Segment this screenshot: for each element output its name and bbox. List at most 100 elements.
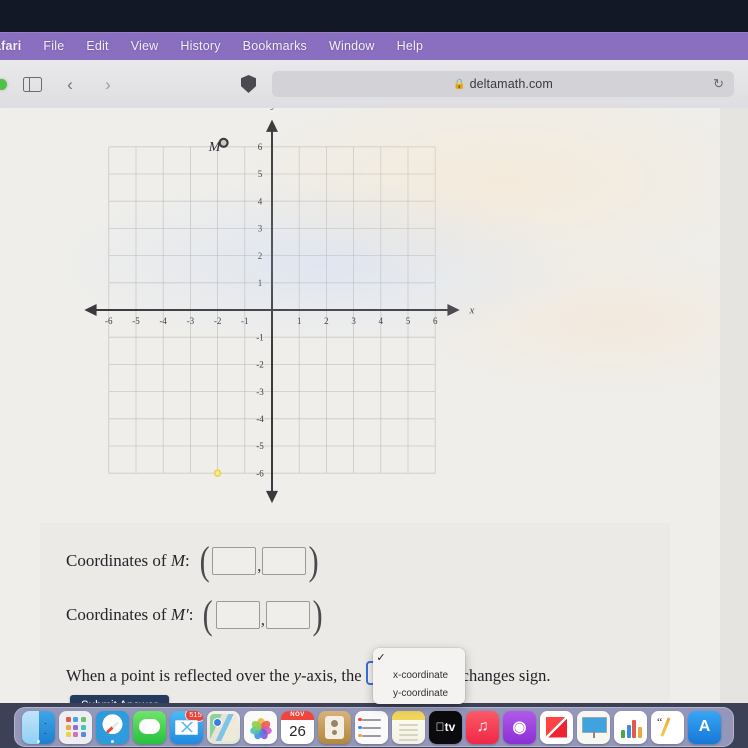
dock-icon-mail[interactable]: 515 [170, 710, 203, 744]
dock-icon-appletv[interactable]: tv [429, 710, 462, 744]
svg-text:-2: -2 [214, 316, 222, 326]
svg-text:5: 5 [258, 169, 263, 179]
svg-text:2: 2 [324, 316, 329, 326]
dock-icon-music[interactable]: ♫ [466, 710, 499, 744]
forward-button[interactable]: › [95, 73, 121, 95]
dock-icon-news[interactable] [540, 710, 573, 744]
music-glyph-icon: ♫ [476, 718, 489, 735]
back-button[interactable]: ‹ [57, 73, 83, 95]
m-prime-y-input[interactable] [266, 601, 311, 629]
dock-icon-photos[interactable] [244, 710, 277, 744]
dock-icon-reminders[interactable] [355, 710, 388, 744]
coordinate-plane-graph: x y -6 -5 -4 -3 -2 -1 1 2 3 4 5 6 6 5 4 3 2 1 -1 -2 -3 -4 -5 -6 M [84, 108, 474, 504]
svg-text:4: 4 [258, 196, 263, 206]
svg-text:-6: -6 [105, 316, 113, 326]
dock-icon-safari[interactable] [96, 710, 129, 744]
reminder-line [362, 734, 381, 737]
address-bar[interactable]: 🔒 deltamath.com ↻ [272, 71, 734, 97]
reminder-dot [358, 725, 362, 729]
dock-icon-launchpad[interactable] [59, 710, 92, 744]
svg-text:-6: -6 [256, 468, 264, 478]
dropdown-option-blank[interactable]: ✓ [373, 648, 465, 666]
question-panel: Coordinates of M: ( , ) Coordinates of M… [40, 523, 670, 703]
dock-icon-podcasts[interactable]: ◉ [503, 710, 536, 744]
dropdown-option-y-coordinate[interactable]: y-coordinate [373, 684, 465, 702]
dock-icon-finder[interactable] [22, 710, 55, 744]
reminder-line [362, 726, 381, 729]
m-x-input[interactable] [212, 547, 257, 575]
svg-text:y: y [271, 108, 277, 110]
menu-safari[interactable]: afari [0, 39, 32, 53]
sidebar-icon [22, 76, 42, 92]
podcasts-glyph-icon: ◉ [512, 719, 527, 736]
coordinates-of-m-prime-row: Coordinates of M′: ( , ) [66, 592, 323, 637]
dock-icon-calendar[interactable]: NOV 26 [281, 710, 314, 744]
m-prime-x-input[interactable] [215, 601, 260, 629]
svg-text:3: 3 [258, 224, 263, 234]
note-line [399, 728, 418, 731]
window-zoom-button[interactable] [0, 78, 7, 90]
dock-icon-pages[interactable]: “ [651, 710, 684, 744]
tick-labels: x y -6 -5 -4 -3 -2 -1 1 2 3 4 5 6 6 5 4 3 2 1 -1 -2 -3 -4 -5 -6 [105, 108, 474, 478]
mail-unread-badge: 515 [185, 710, 203, 722]
calendar-month: NOV [281, 710, 314, 720]
svg-text:2: 2 [258, 251, 263, 261]
numbers-bar-icon [637, 726, 642, 738]
coordinates-of-m-row: Coordinates of M: ( , ) [66, 538, 319, 583]
y-axis-italic: y [293, 666, 302, 685]
calendar-day: 26 [289, 722, 306, 740]
appstore-glyph-icon: A [698, 718, 711, 735]
numbers-bar-icon [621, 729, 625, 738]
coordinates-of-m-prime-label: Coordinates of M′: [66, 605, 194, 624]
launchpad-grid-icon [65, 717, 86, 737]
reflection-sentence: When a point is reflected over the y-axi… [66, 661, 551, 686]
chevron-right-icon: › [105, 74, 111, 94]
menu-file[interactable]: File [32, 39, 75, 53]
m-y-input[interactable] [262, 547, 307, 575]
dock-icon-messages[interactable] [133, 710, 166, 744]
menu-history[interactable]: History [169, 39, 231, 53]
menu-view[interactable]: View [120, 39, 170, 53]
svg-text:1: 1 [258, 278, 263, 288]
dock-icon-maps[interactable] [207, 710, 240, 744]
svg-text:5: 5 [406, 316, 411, 326]
submit-answer-button[interactable]: Submit Answer [70, 695, 169, 703]
svg-text:-1: -1 [256, 332, 264, 342]
svg-text:6: 6 [258, 142, 263, 152]
dock-running-indicator [37, 739, 40, 743]
svg-text:-3: -3 [256, 387, 264, 397]
sidebar-toggle-button[interactable] [19, 73, 45, 95]
reminder-dot [358, 717, 362, 721]
svg-text:-4: -4 [159, 316, 167, 326]
dock-icon-notes[interactable] [392, 710, 425, 744]
dropdown-option-x-coordinate[interactable]: x-coordinate [373, 666, 465, 684]
browser-toolbar: ‹ › 🔒 deltamath.com ↻ [0, 60, 748, 109]
dock: 515 NOV 26 tv ♫ ◉ “ A [14, 707, 734, 747]
macos-menu-bar: afari File Edit View History Bookmarks W… [0, 32, 748, 60]
dock-icon-keynote[interactable] [577, 710, 610, 744]
dock-icon-numbers[interactable] [614, 710, 647, 744]
svg-text:x: x [468, 305, 474, 317]
menu-bookmarks[interactable]: Bookmarks [232, 39, 318, 53]
svg-text:6: 6 [433, 316, 438, 326]
svg-text:3: 3 [351, 316, 356, 326]
svg-text:M: M [208, 140, 222, 155]
svg-text:-5: -5 [256, 441, 264, 451]
pages-quote-icon: “ [657, 714, 663, 729]
dock-icon-appstore[interactable]: A [688, 710, 721, 744]
svg-text:-3: -3 [187, 316, 195, 326]
axes [84, 119, 460, 504]
svg-text:-1: -1 [241, 316, 249, 326]
svg-text:4: 4 [379, 316, 384, 326]
dock-icon-contacts[interactable] [318, 710, 351, 744]
reminder-line [362, 718, 381, 721]
menu-window[interactable]: Window [318, 39, 386, 53]
reload-icon[interactable]: ↻ [713, 76, 724, 92]
note-line [399, 738, 418, 741]
privacy-shield-icon[interactable] [241, 75, 256, 93]
menu-edit[interactable]: Edit [75, 39, 119, 53]
menu-help[interactable]: Help [386, 39, 435, 53]
coordinate-dropdown-menu[interactable]: ✓ x-coordinate y-coordinate [373, 648, 465, 704]
photos-flower-icon [248, 716, 273, 741]
svg-text:-2: -2 [256, 360, 264, 370]
